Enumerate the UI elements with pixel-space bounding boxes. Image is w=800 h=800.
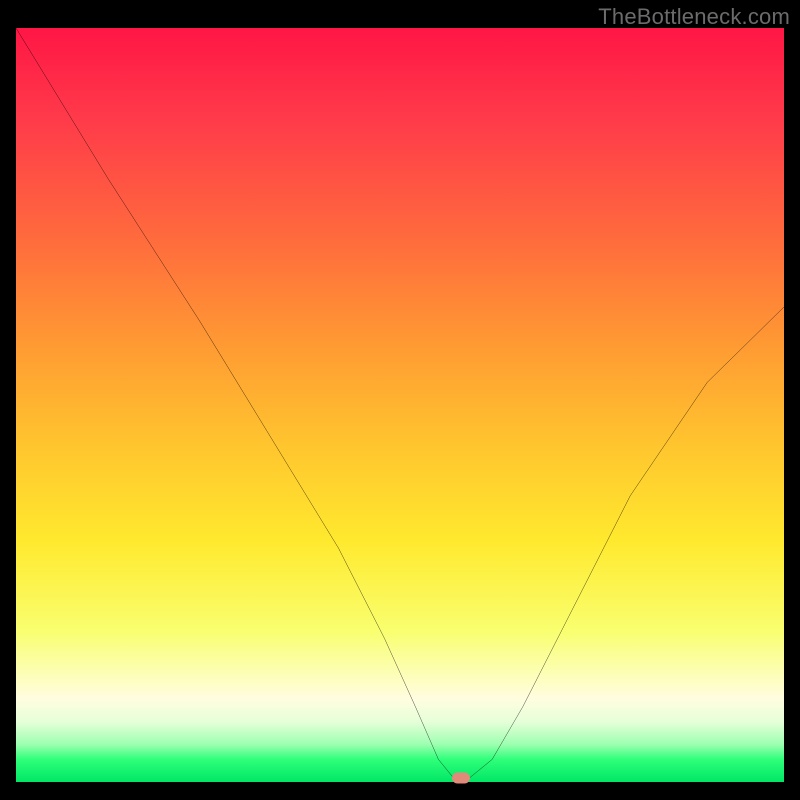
watermark-text: TheBottleneck.com	[598, 4, 790, 30]
chart-frame: TheBottleneck.com	[0, 0, 800, 800]
bottleneck-curve	[16, 28, 784, 782]
plot-area	[16, 28, 784, 782]
optimal-point-marker	[452, 773, 470, 784]
